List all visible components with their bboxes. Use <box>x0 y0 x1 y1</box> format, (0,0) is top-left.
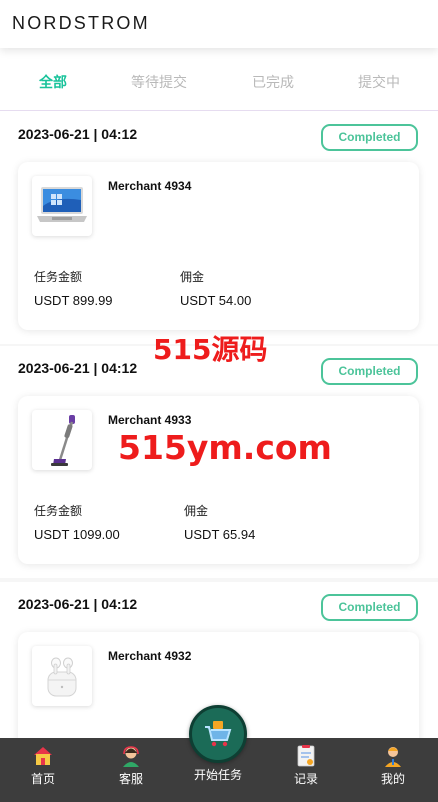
amount-value: USDT 899.99 <box>34 293 113 308</box>
tab-all[interactable]: 全部 <box>39 72 67 92</box>
merchant-name: Merchant 4932 <box>108 649 192 663</box>
start-task-label[interactable]: 开始任务 <box>183 766 253 783</box>
watermark-text: 515ym.com <box>118 428 332 467</box>
earbuds-icon <box>32 646 92 706</box>
watermark-text: 515源码 <box>153 333 268 366</box>
nav-records[interactable]: 记录 <box>276 744 336 787</box>
merchant-name: Merchant 4933 <box>108 413 192 427</box>
nav-support-label: 客服 <box>118 772 143 786</box>
profile-icon <box>385 747 401 767</box>
laptop-icon <box>32 176 92 236</box>
home-icon <box>34 747 52 765</box>
nav-profile-label: 我的 <box>380 772 405 786</box>
shopping-cart-icon <box>205 721 232 747</box>
merchant-name: Merchant 4934 <box>108 179 192 193</box>
top-header: NORDSTROM <box>0 0 438 48</box>
nav-home-label: 首页 <box>30 772 55 786</box>
tab-submitting[interactable]: 提交中 <box>358 72 400 92</box>
commission-value: USDT 65.94 <box>184 527 256 542</box>
tab-completed[interactable]: 已完成 <box>252 72 294 92</box>
nav-records-label: 记录 <box>293 772 318 786</box>
support-icon <box>123 746 139 767</box>
nav-support[interactable]: 客服 <box>101 744 161 787</box>
records-icon <box>297 745 315 767</box>
order-datetime: 2023-06-21 | 04:12 <box>18 126 138 142</box>
vacuum-icon <box>32 410 92 470</box>
nav-profile[interactable]: 我的 <box>363 744 423 787</box>
order-card[interactable]: Merchant 4934 任务金额 佣金 USDT 899.99 USDT 5… <box>18 162 419 330</box>
brand-logo: NORDSTROM <box>12 13 150 33</box>
order-datetime: 2023-06-21 | 04:12 <box>18 360 138 376</box>
order-card[interactable]: Merchant 4933 任务金额 佣金 USDT 1099.00 USDT … <box>18 396 419 564</box>
order-datetime: 2023-06-21 | 04:12 <box>18 596 138 612</box>
status-badge: Completed <box>321 594 418 621</box>
nav-home[interactable]: 首页 <box>13 744 73 787</box>
order-item: 2023-06-21 | 04:12 Completed Merchant 49… <box>0 112 438 344</box>
commission-label: 佣金 <box>184 504 209 518</box>
tab-pending[interactable]: 等待提交 <box>131 72 187 92</box>
status-badge: Completed <box>321 124 418 151</box>
start-task-button[interactable] <box>189 705 247 763</box>
amount-label: 任务金额 <box>34 270 83 284</box>
commission-value: USDT 54.00 <box>180 293 252 308</box>
amount-value: USDT 1099.00 <box>34 527 120 542</box>
order-list[interactable]: 2023-06-21 | 04:12 Completed Merchant 49… <box>0 112 438 738</box>
amount-label: 任务金额 <box>34 504 83 518</box>
commission-label: 佣金 <box>180 270 205 284</box>
status-tabs: 全部 等待提交 已完成 提交中 <box>0 48 438 111</box>
status-badge: Completed <box>321 358 418 385</box>
